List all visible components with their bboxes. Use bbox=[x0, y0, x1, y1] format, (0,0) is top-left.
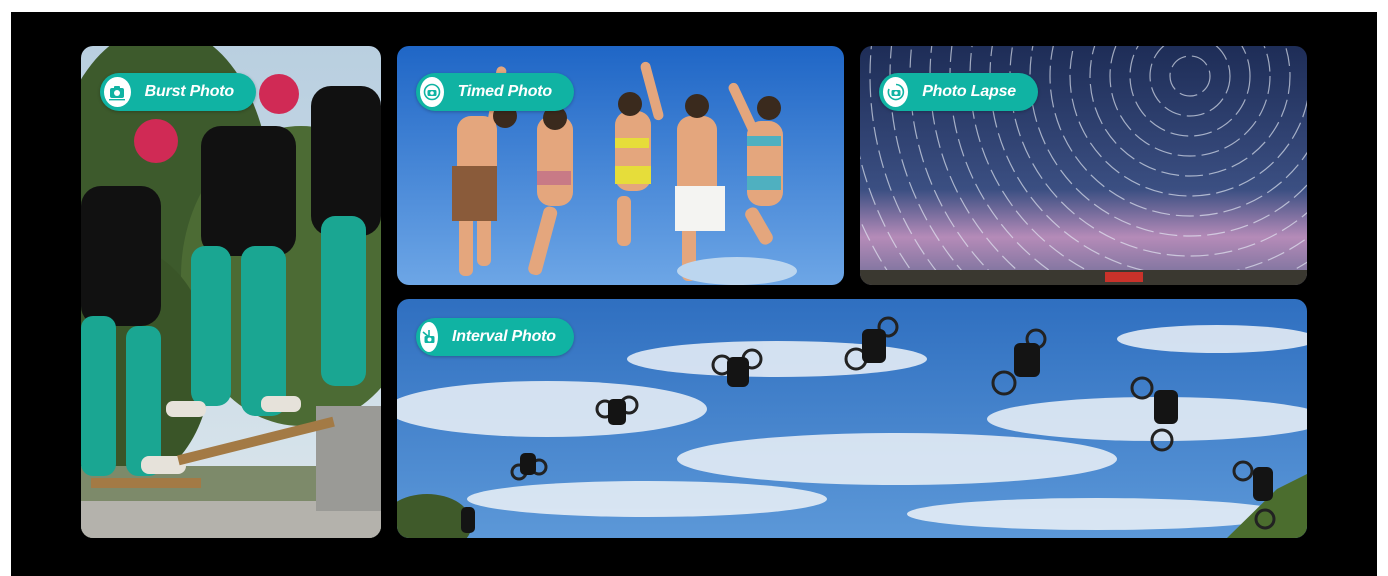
burst-photo-badge: Burst Photo bbox=[100, 73, 256, 111]
interval-photo-tile: Interval Photo bbox=[397, 299, 1307, 538]
interval-photo-label: Interval Photo bbox=[452, 328, 556, 345]
lapse-camera-icon bbox=[883, 77, 909, 107]
timed-photo-tile: Timed Photo bbox=[397, 46, 844, 285]
burst-photo-image bbox=[81, 46, 381, 538]
timer-camera-icon bbox=[420, 77, 444, 107]
photo-lapse-tile: Photo Lapse bbox=[860, 46, 1307, 285]
burst-photo-label: Burst Photo bbox=[144, 83, 235, 100]
burst-photo-tile: Burst Photo bbox=[81, 46, 381, 538]
interval-photo-badge: Interval Photo bbox=[416, 318, 574, 356]
photo-lapse-badge: Photo Lapse bbox=[879, 73, 1038, 111]
interval-camera-icon bbox=[420, 322, 438, 352]
timed-photo-label: Timed Photo bbox=[457, 83, 553, 100]
burst-camera-icon bbox=[104, 77, 131, 107]
timed-photo-badge: Timed Photo bbox=[416, 73, 574, 111]
photo-lapse-label: Photo Lapse bbox=[922, 83, 1016, 100]
